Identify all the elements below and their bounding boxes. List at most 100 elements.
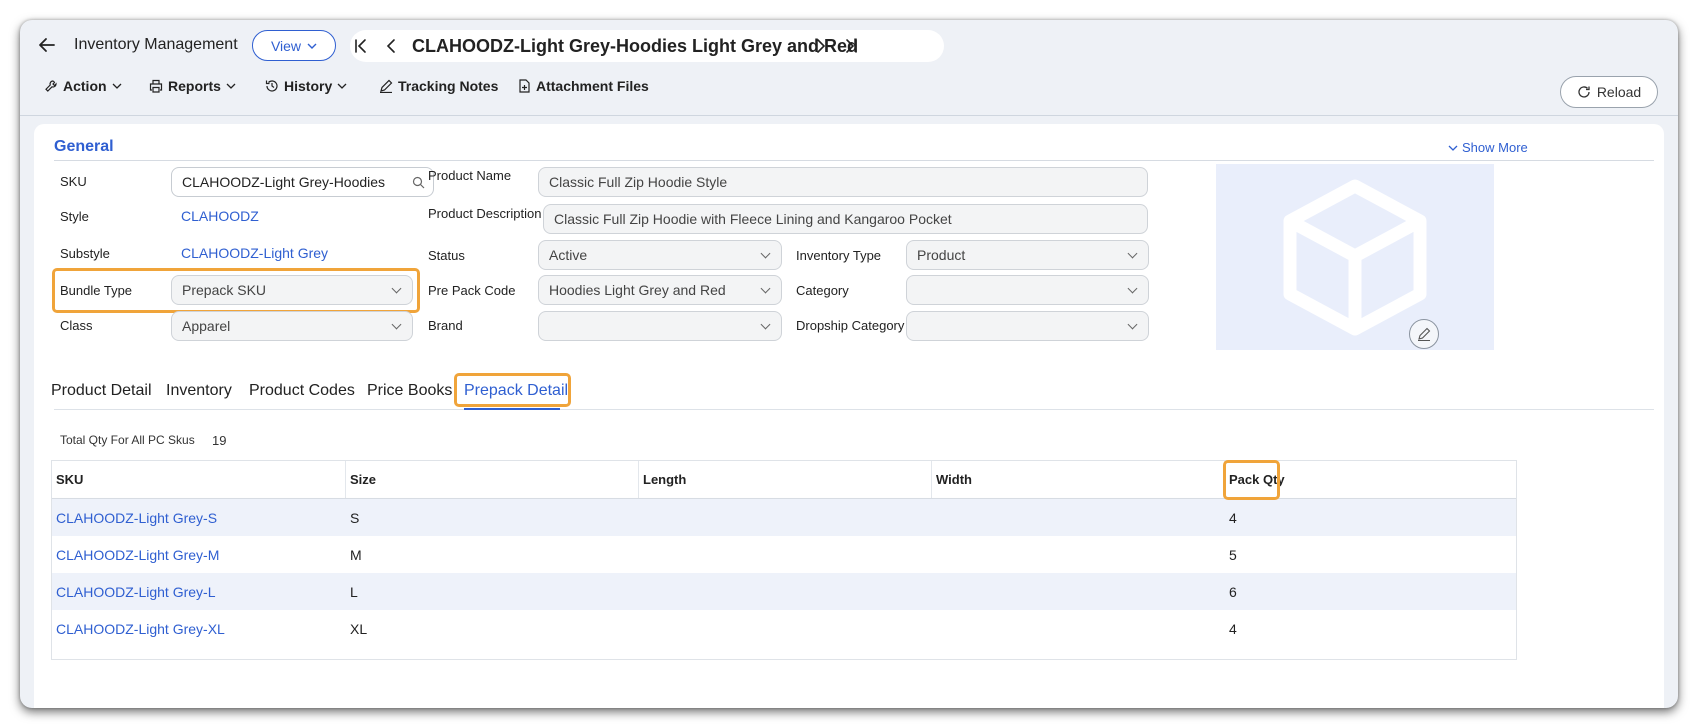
- sku-input[interactable]: CLAHOODZ-Light Grey-Hoodies: [171, 167, 405, 197]
- chevron-down-icon: [112, 83, 122, 89]
- search-icon: [412, 176, 425, 188]
- active-tab-indicator: [464, 408, 560, 410]
- row-size: S: [350, 510, 360, 526]
- column-header-pack-qty[interactable]: Pack Qty: [1225, 461, 1517, 498]
- reports-menu-label: Reports: [168, 78, 221, 94]
- row-pack-qty: 4: [1229, 510, 1237, 526]
- tracking-notes-label: Tracking Notes: [398, 78, 499, 94]
- attachment-files-label: Attachment Files: [536, 78, 649, 94]
- wrench-icon: [45, 80, 57, 92]
- record-navigator: CLAHOODZ-Light Grey-Hoodies Light Grey a…: [350, 30, 944, 62]
- product-description-label: Product Description: [428, 206, 542, 221]
- column-header-width[interactable]: Width: [932, 461, 1225, 498]
- tab-product-detail[interactable]: Product Detail: [51, 382, 152, 400]
- row-size: M: [350, 547, 362, 563]
- row-pack-qty: 5: [1229, 547, 1237, 563]
- row-size: XL: [350, 621, 368, 637]
- brand-select[interactable]: [538, 311, 782, 341]
- category-label: Category: [796, 283, 849, 298]
- chevron-down-icon: [226, 83, 236, 89]
- table-row: CLAHOODZ-Light Grey-M M 5: [52, 536, 1516, 573]
- table-row: CLAHOODZ-Light Grey-XL XL 4: [52, 610, 1516, 647]
- table-row: CLAHOODZ-Light Grey-L L 6: [52, 573, 1516, 610]
- dropship-category-select[interactable]: [906, 311, 1149, 341]
- action-menu-label: Action: [63, 78, 107, 94]
- inventory-type-select[interactable]: Product: [906, 240, 1149, 270]
- column-header-length[interactable]: Length: [639, 461, 932, 498]
- file-plus-icon: [519, 79, 530, 93]
- box-icon: [1283, 179, 1427, 336]
- attachment-files-button[interactable]: Attachment Files: [517, 78, 649, 94]
- style-link[interactable]: CLAHOODZ: [181, 208, 259, 224]
- reload-label: Reload: [1596, 84, 1642, 100]
- reports-menu[interactable]: Reports: [149, 78, 236, 94]
- status-label: Status: [428, 248, 465, 263]
- pre-pack-code-select[interactable]: Hoodies Light Grey and Red: [538, 275, 782, 305]
- tab-price-books[interactable]: Price Books: [367, 382, 452, 400]
- bundle-type-select[interactable]: Prepack SKU: [171, 275, 413, 305]
- brand-label: Brand: [428, 318, 463, 333]
- last-record-icon[interactable]: [840, 35, 862, 57]
- row-sku-link[interactable]: CLAHOODZ-Light Grey-XL: [56, 621, 225, 637]
- tab-inventory[interactable]: Inventory: [166, 382, 232, 400]
- row-sku-link[interactable]: CLAHOODZ-Light Grey-L: [56, 584, 215, 600]
- status-select[interactable]: Active: [538, 240, 782, 270]
- history-icon: [265, 80, 278, 92]
- chevron-down-icon: [307, 43, 317, 49]
- reload-icon: [1578, 86, 1590, 98]
- tab-product-codes[interactable]: Product Codes: [249, 382, 355, 400]
- back-arrow-icon[interactable]: [36, 34, 58, 56]
- style-label: Style: [60, 209, 89, 224]
- show-more-toggle[interactable]: Show More: [1448, 140, 1528, 155]
- printer-icon: [149, 79, 163, 93]
- row-sku-link[interactable]: CLAHOODZ-Light Grey-S: [56, 510, 217, 526]
- pencil-icon: [380, 79, 393, 93]
- previous-record-icon[interactable]: [380, 35, 402, 57]
- chevron-down-icon: [337, 83, 347, 89]
- class-select[interactable]: Apparel: [171, 311, 413, 341]
- app-window: Inventory Management View CLAHOODZ-Light…: [20, 20, 1678, 708]
- class-label: Class: [60, 318, 93, 333]
- pre-pack-code-label: Pre Pack Code: [428, 283, 516, 298]
- toolbar-divider: [20, 115, 1678, 116]
- row-pack-qty: 4: [1229, 621, 1237, 637]
- show-more-label: Show More: [1462, 140, 1528, 155]
- view-button-label: View: [270, 37, 302, 54]
- edit-image-button[interactable]: [1409, 319, 1439, 349]
- product-description-input[interactable]: Classic Full Zip Hoodie with Fleece Lini…: [543, 204, 1148, 234]
- action-menu[interactable]: Action: [44, 78, 122, 94]
- product-image-placeholder: [1216, 164, 1494, 350]
- inventory-type-label: Inventory Type: [796, 248, 882, 263]
- total-qty-label: Total Qty For All PC Skus: [60, 433, 195, 447]
- section-title-general: General: [54, 138, 114, 155]
- record-title: CLAHOODZ-Light Grey-Hoodies Light Grey a…: [412, 36, 859, 56]
- sku-label: SKU: [60, 174, 87, 189]
- bundle-type-label: Bundle Type: [60, 283, 133, 298]
- tab-prepack-detail[interactable]: Prepack Detail: [464, 382, 568, 400]
- column-header-sku[interactable]: SKU: [52, 461, 346, 498]
- total-qty-value: 19: [212, 433, 227, 448]
- app-title: Inventory Management: [74, 36, 238, 53]
- view-button[interactable]: View: [252, 30, 336, 61]
- product-name-input[interactable]: Classic Full Zip Hoodie Style: [538, 167, 1148, 197]
- history-menu[interactable]: History: [265, 78, 347, 94]
- column-header-size[interactable]: Size: [346, 461, 639, 498]
- first-record-icon[interactable]: [350, 35, 372, 57]
- tabs-divider: [54, 409, 1654, 410]
- reload-button[interactable]: Reload: [1560, 76, 1658, 108]
- prepack-table: SKU Size Length Width Pack Qty CLAHOODZ-…: [51, 460, 1517, 660]
- chevron-down-icon: [1448, 145, 1458, 151]
- substyle-link[interactable]: CLAHOODZ-Light Grey: [181, 245, 328, 261]
- tracking-notes-button[interactable]: Tracking Notes: [379, 78, 498, 94]
- substyle-label: Substyle: [60, 246, 110, 261]
- category-select[interactable]: [906, 275, 1149, 305]
- row-sku-link[interactable]: CLAHOODZ-Light Grey-M: [56, 547, 219, 563]
- history-menu-label: History: [284, 78, 333, 94]
- row-size: L: [350, 584, 358, 600]
- product-name-label: Product Name: [428, 168, 512, 183]
- table-row: CLAHOODZ-Light Grey-S S 4: [52, 499, 1516, 536]
- row-pack-qty: 6: [1229, 584, 1237, 600]
- next-record-icon[interactable]: [810, 35, 832, 57]
- dropship-category-label: Dropship Category: [796, 318, 905, 333]
- pencil-icon: [1418, 327, 1431, 341]
